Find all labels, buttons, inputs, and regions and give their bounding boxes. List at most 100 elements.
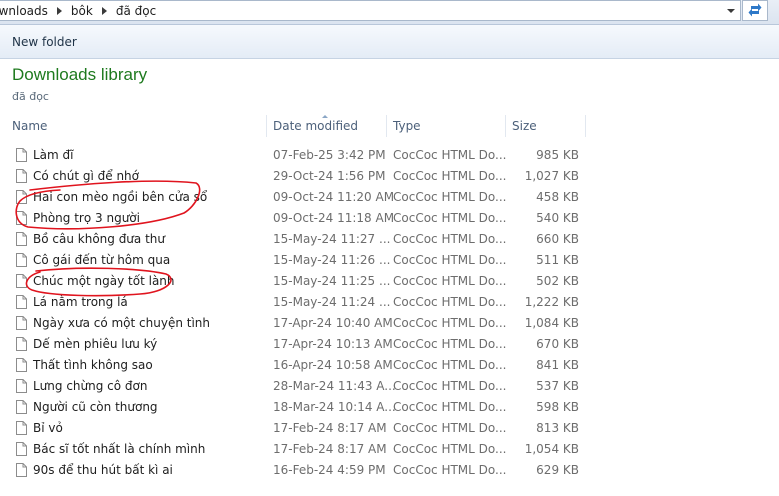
file-row[interactable]: Bồ câu không đưa thư 15-May-24 11:27 ... C… bbox=[0, 229, 600, 250]
document-icon bbox=[16, 253, 27, 267]
file-row[interactable]: Có chút gì để nhớ 29-Oct-24 1:56 PM CocCoc… bbox=[0, 166, 600, 187]
file-name[interactable]: Chúc một ngày tốt lành bbox=[33, 271, 175, 292]
document-icon bbox=[16, 400, 27, 414]
column-header-name[interactable]: Name bbox=[6, 115, 267, 137]
file-row[interactable]: Bác sĩ tốt nhất là chính mình 17-Feb-24 8… bbox=[0, 439, 600, 460]
document-icon bbox=[16, 463, 27, 477]
file-name[interactable]: Thất tình không sao bbox=[33, 355, 153, 376]
breadcrumb-bok[interactable]: bôk bbox=[71, 4, 93, 18]
file-size: 660 KB bbox=[536, 232, 579, 246]
refresh-button[interactable] bbox=[742, 0, 768, 21]
document-icon bbox=[16, 190, 27, 204]
file-size: 813 KB bbox=[536, 421, 579, 435]
file-name[interactable]: Có chút gì để nhớ bbox=[33, 166, 139, 187]
file-date-modified: 17-Apr-24 10:40 AM bbox=[273, 316, 393, 330]
file-date-modified: 17-Feb-24 8:17 AM bbox=[273, 442, 387, 456]
file-size: 458 KB bbox=[536, 190, 579, 204]
file-name[interactable]: Dế mèn phiêu lưu ký bbox=[33, 334, 157, 355]
column-header-type[interactable]: Type bbox=[387, 115, 506, 137]
breadcrumb-da-doc[interactable]: đã đọc bbox=[116, 4, 156, 18]
file-size: 537 KB bbox=[536, 379, 579, 393]
file-date-modified: 29-Oct-24 1:56 PM bbox=[273, 169, 386, 183]
file-row[interactable]: Người cũ còn thương 18-Mar-24 10:14 A... C… bbox=[0, 397, 600, 418]
file-name[interactable]: Lưng chừng cô đơn bbox=[33, 376, 148, 397]
file-row[interactable]: Hai con mèo ngồi bên cửa sổ 09-Oct-24 11:… bbox=[0, 187, 600, 208]
document-icon bbox=[16, 316, 27, 330]
file-row[interactable]: Phòng trọ 3 người 09-Oct-24 11:18 AM CocCo… bbox=[0, 208, 600, 229]
file-row[interactable]: Lá nằm trong lá 15-May-24 11:24 ... CocCoc… bbox=[0, 292, 600, 313]
file-name[interactable]: Ngày xưa có một chuyện tình bbox=[33, 313, 210, 334]
file-type: CocCoc HTML Do... bbox=[393, 421, 507, 435]
file-name[interactable]: Lá nằm trong lá bbox=[33, 292, 128, 313]
file-name[interactable]: Hai con mèo ngồi bên cửa sổ bbox=[33, 187, 207, 208]
file-row[interactable]: Làm đĩ 07-Feb-25 3:42 PM CocCoc HTML Do...… bbox=[0, 145, 600, 166]
file-size: 1,054 KB bbox=[524, 442, 579, 456]
file-date-modified: 16-Feb-24 4:59 PM bbox=[273, 463, 386, 477]
file-row[interactable]: Ngày xưa có một chuyện tình 17-Apr-24 10:… bbox=[0, 313, 600, 334]
document-icon bbox=[16, 232, 27, 246]
file-row[interactable]: Cô gái đến từ hôm qua 15-May-24 11:26 ...… bbox=[0, 250, 600, 271]
file-type: CocCoc HTML Do... bbox=[393, 211, 507, 225]
file-date-modified: 09-Oct-24 11:20 AM bbox=[273, 190, 395, 204]
file-name[interactable]: Phòng trọ 3 người bbox=[33, 208, 140, 229]
file-date-modified: 15-May-24 11:27 ... bbox=[273, 232, 391, 246]
breadcrumb-downloads[interactable]: Downloads bbox=[0, 4, 48, 18]
file-name[interactable]: Làm đĩ bbox=[33, 145, 74, 166]
file-row[interactable]: 90s để thu hút bất kì ai 16-Feb-24 4:59 P… bbox=[0, 460, 600, 481]
file-type: CocCoc HTML Do... bbox=[393, 337, 507, 351]
file-row[interactable]: Lưng chừng cô đơn 28-Mar-24 11:43 A... Coc… bbox=[0, 376, 600, 397]
file-row[interactable]: Dế mèn phiêu lưu ký 17-Apr-24 10:13 AM Coc… bbox=[0, 334, 600, 355]
file-date-modified: 15-May-24 11:24 ... bbox=[273, 295, 391, 309]
file-date-modified: 15-May-24 11:25 ... bbox=[273, 274, 391, 288]
document-icon bbox=[16, 274, 27, 288]
file-name[interactable]: Bỉ vỏ bbox=[33, 418, 63, 439]
document-icon bbox=[16, 358, 27, 372]
file-type: CocCoc HTML Do... bbox=[393, 232, 507, 246]
library-subtitle: đã đọc bbox=[12, 90, 49, 103]
file-name[interactable]: Cô gái đến từ hôm qua bbox=[33, 250, 170, 271]
file-type: CocCoc HTML Do... bbox=[393, 358, 507, 372]
chevron-down-icon bbox=[727, 9, 735, 13]
file-size: 985 KB bbox=[536, 148, 579, 162]
file-type: CocCoc HTML Do... bbox=[393, 169, 507, 183]
file-date-modified: 15-May-24 11:26 ... bbox=[273, 253, 391, 267]
document-icon bbox=[16, 442, 27, 456]
command-bar: New folder bbox=[0, 25, 779, 59]
file-date-modified: 16-Apr-24 10:58 AM bbox=[273, 358, 393, 372]
file-row[interactable]: Bỉ vỏ 17-Feb-24 8:17 AM CocCoc HTML Do... 8… bbox=[0, 418, 600, 439]
file-type: CocCoc HTML Do... bbox=[393, 316, 507, 330]
document-icon bbox=[16, 295, 27, 309]
file-size: 1,084 KB bbox=[524, 316, 579, 330]
document-icon bbox=[16, 421, 27, 435]
file-type: CocCoc HTML Do... bbox=[393, 274, 507, 288]
file-type: CocCoc HTML Do... bbox=[393, 463, 507, 477]
chevron-right-icon[interactable] bbox=[56, 6, 62, 15]
file-name[interactable]: Bồ câu không đưa thư bbox=[33, 229, 165, 250]
file-name[interactable]: 90s để thu hút bất kì ai bbox=[33, 460, 173, 481]
column-header-size[interactable]: Size bbox=[506, 115, 586, 137]
address-bar[interactable]: Downloads bôk đã đọc bbox=[0, 0, 723, 21]
file-date-modified: 17-Feb-24 8:17 AM bbox=[273, 421, 387, 435]
file-row[interactable]: Chúc một ngày tốt lành 15-May-24 11:25 ..… bbox=[0, 271, 600, 292]
new-folder-button[interactable]: New folder bbox=[12, 35, 77, 49]
file-date-modified: 09-Oct-24 11:18 AM bbox=[273, 211, 395, 225]
file-date-modified: 07-Feb-25 3:42 PM bbox=[273, 148, 386, 162]
library-title: Downloads library bbox=[12, 65, 148, 84]
document-icon bbox=[16, 148, 27, 162]
address-history-button[interactable] bbox=[722, 0, 741, 21]
address-bar-strip: Downloads bôk đã đọc bbox=[0, 0, 779, 25]
file-type: CocCoc HTML Do... bbox=[393, 295, 507, 309]
file-type: CocCoc HTML Do... bbox=[393, 442, 507, 456]
file-size: 540 KB bbox=[536, 211, 579, 225]
file-size: 502 KB bbox=[536, 274, 579, 288]
file-type: CocCoc HTML Do... bbox=[393, 253, 507, 267]
document-icon bbox=[16, 379, 27, 393]
file-size: 1,027 KB bbox=[524, 169, 579, 183]
file-row[interactable]: Thất tình không sao 16-Apr-24 10:58 AM Coc… bbox=[0, 355, 600, 376]
document-icon bbox=[16, 211, 27, 225]
chevron-right-icon[interactable] bbox=[101, 6, 107, 15]
file-date-modified: 28-Mar-24 11:43 A... bbox=[273, 379, 396, 393]
column-header-date-modified[interactable]: Date modified bbox=[267, 115, 387, 137]
file-name[interactable]: Người cũ còn thương bbox=[33, 397, 158, 418]
file-name[interactable]: Bác sĩ tốt nhất là chính mình bbox=[33, 439, 205, 460]
